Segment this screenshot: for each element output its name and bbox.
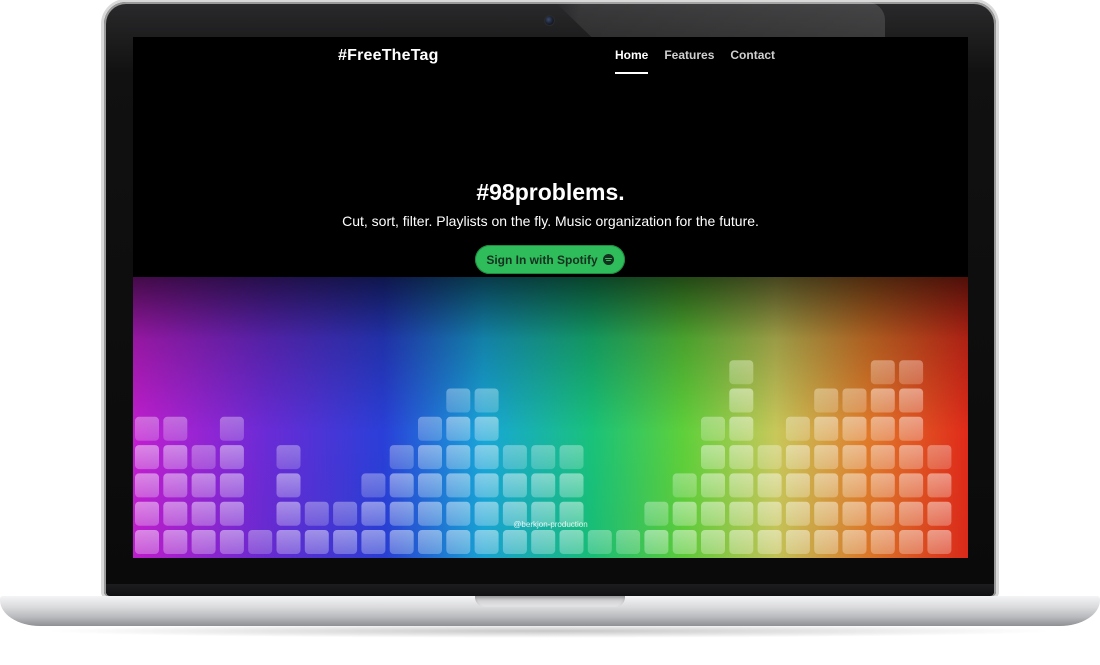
lid-opening-notch xyxy=(475,596,625,607)
spotify-signin-label: Sign In with Spotify xyxy=(486,252,598,267)
hero-subtitle: Cut, sort, filter. Playlists on the fly.… xyxy=(342,213,759,229)
tile-tint xyxy=(133,277,968,558)
laptop-screen: #FreeTheTag Home Features Contact #98pro… xyxy=(133,37,968,558)
macbook-mockup: #FreeTheTag Home Features Contact #98pro… xyxy=(0,0,1100,665)
screen-bezel-bottom xyxy=(106,584,994,596)
lid-glare xyxy=(555,2,885,40)
equalizer-tiles xyxy=(133,277,968,558)
image-credit: @berkjon-production xyxy=(513,520,588,529)
laptop-shadow xyxy=(40,624,1060,638)
nav-features-link[interactable]: Features xyxy=(664,48,714,74)
hero-title: #98problems. xyxy=(476,179,625,205)
top-nav: #FreeTheTag Home Features Contact xyxy=(133,37,968,77)
spotify-icon xyxy=(602,254,614,265)
brand-logo[interactable]: #FreeTheTag xyxy=(338,47,439,65)
spotify-signin-button[interactable]: Sign In with Spotify xyxy=(475,245,625,274)
nav-contact-link[interactable]: Contact xyxy=(730,48,775,74)
nav-home-link[interactable]: Home xyxy=(615,48,649,74)
nav-links: Home Features Contact xyxy=(615,48,775,74)
equalizer-background xyxy=(133,277,968,558)
webcam-icon xyxy=(545,16,554,25)
